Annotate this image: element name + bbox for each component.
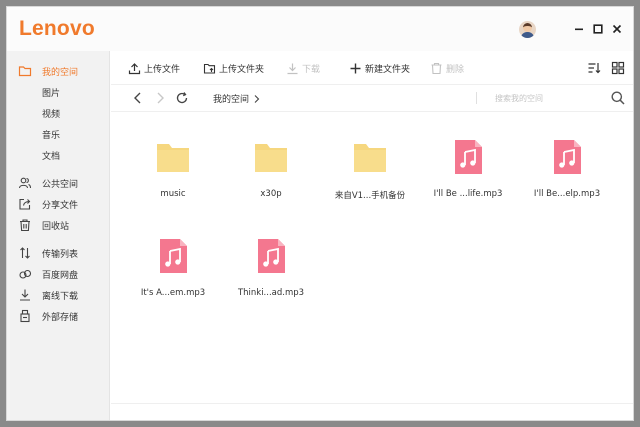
breadcrumb[interactable]: 我的空间 bbox=[213, 92, 261, 105]
breadcrumb-item: 我的空间 bbox=[213, 95, 250, 105]
users-icon bbox=[18, 177, 32, 189]
minimize-button[interactable] bbox=[571, 21, 587, 37]
new-folder-label: 新建文件夹 bbox=[365, 64, 411, 75]
sidebar-item-baidu-netdisk[interactable]: 百度网盘 bbox=[7, 264, 110, 284]
file-name: 来自V1...手机备份 bbox=[334, 191, 406, 201]
download-icon bbox=[20, 289, 30, 301]
user-avatar[interactable] bbox=[519, 21, 536, 38]
close-button[interactable] bbox=[609, 21, 625, 37]
toolbar: 上传文件 上传文件夹 下载 新建文件夹 删除 bbox=[111, 51, 633, 84]
sidebar-subitem-documents[interactable]: 文档 bbox=[42, 147, 60, 163]
cloud-icon bbox=[19, 269, 32, 279]
upload-file-button[interactable]: 上传文件 bbox=[127, 60, 180, 76]
delete-label: 删除 bbox=[446, 64, 465, 75]
trash-icon bbox=[429, 61, 443, 75]
refresh-icon[interactable] bbox=[175, 91, 189, 105]
sidebar-item-label: 外部存储 bbox=[42, 312, 79, 323]
sidebar-item-label: 我的空间 bbox=[42, 67, 79, 78]
maximize-button[interactable] bbox=[590, 21, 606, 37]
sidebar-item-label: 百度网盘 bbox=[42, 270, 79, 281]
download-icon bbox=[285, 61, 299, 75]
download-button[interactable]: 下载 bbox=[285, 60, 320, 76]
path-bar: 我的空间 搜索我的空间 bbox=[111, 84, 633, 112]
download-label: 下载 bbox=[302, 64, 321, 75]
folder-icon bbox=[255, 144, 287, 172]
grid-view-icon[interactable] bbox=[611, 61, 625, 75]
forward-icon[interactable] bbox=[153, 91, 167, 105]
sidebar-item-shared-files[interactable]: 分享文件 bbox=[7, 194, 110, 214]
delete-button[interactable]: 删除 bbox=[429, 60, 464, 76]
title-bar: Lenovo bbox=[7, 7, 633, 51]
file-item[interactable]: x30p bbox=[223, 113, 319, 203]
sidebar-item-recycle-bin[interactable]: 回收站 bbox=[7, 215, 110, 235]
sidebar-item-label: 离线下载 bbox=[42, 291, 79, 302]
sidebar-item-label: 公共空间 bbox=[42, 179, 79, 190]
file-name: It's A...em.mp3 bbox=[140, 288, 206, 298]
sidebar-subitem-pictures[interactable]: 图片 bbox=[42, 84, 60, 100]
sidebar-item-label: 回收站 bbox=[42, 221, 70, 232]
search-input[interactable]: 搜索我的空间 bbox=[495, 93, 543, 104]
chevron-right-icon bbox=[254, 94, 260, 103]
close-icon bbox=[612, 24, 622, 34]
sidebar-item-label: 分享文件 bbox=[42, 200, 79, 211]
folder-icon bbox=[18, 66, 32, 77]
folder-icon bbox=[354, 144, 386, 172]
file-name: Thinki...ad.mp3 bbox=[237, 288, 305, 298]
maximize-icon bbox=[593, 24, 603, 34]
file-name: I'll Be...elp.mp3 bbox=[533, 189, 601, 199]
app-window: Lenovo 我的空间 图片 视频 音乐 文档 公共空间 分享文件 回收站 传输… bbox=[6, 6, 634, 421]
sort-icon[interactable] bbox=[587, 61, 601, 75]
sidebar-subitem-music[interactable]: 音乐 bbox=[42, 126, 60, 142]
sidebar-item-label: 传输列表 bbox=[42, 249, 79, 260]
file-grid: music x30p 来自V1...手机备份 I'll Be ...life.m… bbox=[111, 113, 633, 403]
transfer-icon bbox=[20, 247, 30, 259]
folder-upload-icon bbox=[202, 61, 216, 75]
sidebar-subitem-videos[interactable]: 视频 bbox=[42, 105, 60, 121]
file-item[interactable]: It's A...em.mp3 bbox=[125, 212, 221, 302]
new-folder-button[interactable]: 新建文件夹 bbox=[348, 60, 410, 76]
file-name: x30p bbox=[260, 189, 282, 199]
file-name: I'll Be ...life.mp3 bbox=[433, 189, 503, 199]
upload-file-label: 上传文件 bbox=[144, 64, 181, 75]
folder-icon bbox=[157, 144, 189, 172]
music-file-icon bbox=[554, 140, 581, 174]
sidebar-item-offline-download[interactable]: 离线下载 bbox=[7, 285, 110, 305]
plus-icon bbox=[348, 61, 362, 75]
sidebar-item-external-storage[interactable]: 外部存储 bbox=[7, 306, 110, 326]
music-file-icon bbox=[455, 140, 482, 174]
music-file-icon bbox=[160, 239, 187, 273]
file-name: music bbox=[160, 189, 186, 199]
share-icon bbox=[19, 198, 31, 210]
sidebar-item-my-space[interactable]: 我的空间 bbox=[7, 61, 110, 81]
avatar-head bbox=[523, 23, 532, 32]
minimize-icon bbox=[575, 28, 583, 31]
upload-icon bbox=[127, 61, 141, 75]
search-box[interactable]: 搜索我的空间 bbox=[476, 89, 628, 107]
sidebar-item-transfer-list[interactable]: 传输列表 bbox=[7, 243, 110, 263]
file-item[interactable]: 来自V1...手机备份 bbox=[322, 113, 418, 203]
lenovo-logo: Lenovo bbox=[19, 17, 95, 40]
search-icon[interactable] bbox=[610, 90, 626, 106]
file-item[interactable]: Thinki...ad.mp3 bbox=[223, 212, 319, 302]
search-divider bbox=[476, 92, 477, 104]
back-icon[interactable] bbox=[131, 91, 145, 105]
upload-folder-label: 上传文件夹 bbox=[219, 64, 265, 75]
sidebar-item-public-space[interactable]: 公共空间 bbox=[7, 173, 110, 193]
usb-drive-icon bbox=[20, 309, 30, 323]
file-item[interactable]: I'll Be...elp.mp3 bbox=[519, 113, 615, 203]
avatar-body bbox=[521, 32, 534, 38]
file-item[interactable]: I'll Be ...life.mp3 bbox=[420, 113, 516, 203]
sidebar: 我的空间 图片 视频 音乐 文档 公共空间 分享文件 回收站 传输列表 百度网盘… bbox=[7, 51, 110, 420]
music-file-icon bbox=[258, 239, 285, 273]
status-bar bbox=[111, 403, 633, 420]
file-item[interactable]: music bbox=[125, 113, 221, 203]
trash-icon bbox=[20, 219, 30, 232]
upload-folder-button[interactable]: 上传文件夹 bbox=[202, 60, 264, 76]
